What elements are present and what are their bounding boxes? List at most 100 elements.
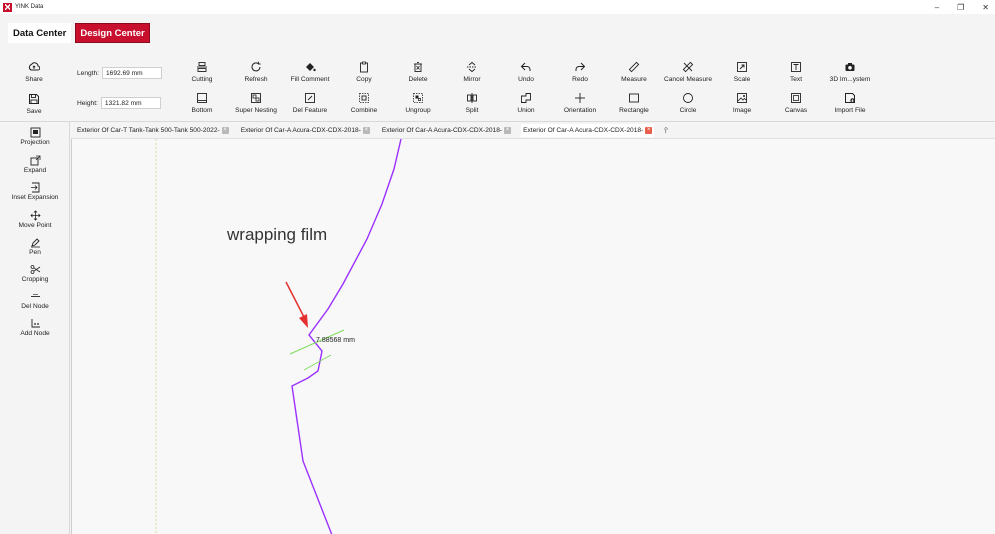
height-input[interactable]	[100, 97, 161, 109]
share-icon	[28, 60, 40, 74]
redo-button[interactable]: Redo	[550, 60, 610, 88]
sidebar-label-projection: Projection	[20, 139, 50, 146]
title-bar: YINK Data – ❐ ✕	[0, 0, 995, 14]
text-icon	[790, 60, 802, 74]
image-button[interactable]: Image	[712, 91, 772, 119]
canvas-label: Canvas	[784, 107, 808, 114]
tab-4-label: Exterior Of Car-A Acura-CDX-CDX-2018-	[523, 127, 644, 134]
del-feature-button[interactable]: Del Feature	[280, 91, 340, 119]
import-file-button[interactable]: Import File	[820, 91, 880, 119]
combine-icon	[358, 91, 370, 105]
trash-icon	[412, 60, 424, 74]
canvas-icon	[790, 91, 802, 105]
fill-comment-label: Fill Comment	[290, 76, 330, 83]
copy-button[interactable]: Copy	[334, 60, 394, 88]
cancel-measure-button[interactable]: Cancel Measure	[658, 60, 718, 88]
sidebar-item-expand[interactable]: Expand	[0, 154, 70, 180]
refresh-button[interactable]: Refresh	[226, 60, 286, 88]
canvas-button[interactable]: Canvas	[766, 91, 826, 119]
mirror-icon	[466, 60, 478, 74]
sidebar-item-projection[interactable]: Projection	[0, 126, 70, 152]
data-center-button[interactable]: Data Center	[8, 23, 72, 43]
height-label: Height:	[77, 99, 98, 107]
ruler-icon	[628, 60, 640, 74]
nesting-icon	[250, 91, 262, 105]
restore-button[interactable]: ❐	[957, 3, 964, 12]
tab-close-icon[interactable]: ×	[362, 127, 370, 134]
image-label: Image	[732, 107, 752, 114]
tab-3-label: Exterior Of Car-A Acura-CDX-CDX-2018-	[381, 127, 503, 134]
share-button[interactable]: Share	[4, 60, 64, 88]
text-button[interactable]: Text	[766, 60, 826, 88]
rectangle-button[interactable]: Rectangle	[604, 91, 664, 119]
bottom-icon	[196, 91, 208, 105]
measure-button[interactable]: Measure	[604, 60, 664, 88]
del-feature-label: Del Feature	[292, 107, 328, 114]
close-button[interactable]: ✕	[982, 3, 989, 12]
del-node-icon	[30, 290, 41, 302]
circle-label: Circle	[679, 107, 697, 114]
tab-close-icon[interactable]: ×	[504, 127, 512, 134]
mirror-button[interactable]: Mirror	[442, 60, 502, 88]
undo-button[interactable]: Undo	[496, 60, 556, 88]
pin-icon[interactable]: ⫯	[664, 126, 667, 136]
refresh-label: Refresh	[244, 76, 268, 83]
union-button[interactable]: Union	[496, 91, 556, 119]
tab-2[interactable]: Exterior Of Car-A Acura-CDX-CDX-2018- ×	[239, 124, 372, 137]
cutting-button[interactable]: Cutting	[172, 60, 232, 88]
super-nesting-button[interactable]: Super Nesting	[226, 91, 286, 119]
window-controls: – ❐ ✕	[935, 0, 989, 14]
sidebar-item-del-node[interactable]: Del Node	[0, 290, 70, 316]
ungroup-label: Ungroup	[405, 107, 431, 114]
length-field: Length:	[77, 67, 162, 79]
sidebar-label-cropping: Cropping	[21, 276, 49, 283]
delete-button[interactable]: Delete	[388, 60, 448, 88]
tab-1[interactable]: Exterior Of Car-T Tank-Tank 500-Tank 500…	[75, 124, 231, 137]
length-label: Length:	[77, 69, 99, 77]
combine-button[interactable]: Combine	[334, 91, 394, 119]
orientation-button[interactable]: Orientation	[550, 91, 610, 119]
bottom-label: Bottom	[191, 107, 213, 114]
canvas-drawing	[155, 139, 402, 534]
measure-readout: 7.88568 mm	[316, 337, 355, 344]
tab-4-active[interactable]: Exterior Of Car-A Acura-CDX-CDX-2018- ×	[521, 124, 655, 137]
sidebar-item-pen[interactable]: Pen	[0, 236, 70, 262]
sidebar-item-inset-expansion[interactable]: Inset Expansion	[0, 181, 70, 207]
rectangle-label: Rectangle	[619, 107, 649, 114]
circle-button[interactable]: Circle	[658, 91, 718, 119]
tab-close-icon[interactable]: ×	[645, 127, 653, 134]
scale-button[interactable]: Scale	[712, 60, 772, 88]
length-input[interactable]	[102, 67, 162, 79]
fill-comment-button[interactable]: Fill Comment	[280, 60, 340, 88]
del-feature-icon	[304, 91, 316, 105]
undo-icon	[520, 60, 532, 74]
sidebar-item-add-node[interactable]: Add Node	[0, 317, 70, 343]
image-icon	[736, 91, 748, 105]
share-label: Share	[25, 76, 43, 83]
minimize-button[interactable]: –	[935, 3, 939, 12]
split-label: Split	[465, 107, 479, 114]
design-center-button[interactable]: Design Center	[75, 23, 150, 43]
ungroup-button[interactable]: Ungroup	[388, 91, 448, 119]
sidebar-label-pen: Pen	[29, 249, 41, 256]
tab-1-label: Exterior Of Car-T Tank-Tank 500-Tank 500…	[77, 127, 220, 134]
toolbar: Share Save Length: Height: Cutting Refre…	[0, 54, 995, 122]
3d-import-button[interactable]: 3D Im...ystem	[820, 60, 880, 88]
sidebar-item-cropping[interactable]: Cropping	[0, 263, 70, 289]
bottom-button[interactable]: Bottom	[172, 91, 232, 119]
3d-import-label: 3D Im...ystem	[829, 76, 871, 83]
sidebar-item-move-point[interactable]: Move Point	[0, 209, 70, 235]
design-canvas[interactable]: wrapping film 7.88568 mm	[71, 138, 995, 534]
combine-label: Combine	[350, 107, 378, 114]
document-tabs: Exterior Of Car-T Tank-Tank 500-Tank 500…	[71, 124, 995, 137]
expand-icon	[30, 154, 41, 166]
text-label: Text	[789, 76, 803, 83]
save-button[interactable]: Save	[4, 92, 64, 120]
tab-3[interactable]: Exterior Of Car-A Acura-CDX-CDX-2018- ×	[380, 124, 513, 137]
scale-label: Scale	[733, 76, 751, 83]
union-icon	[520, 91, 532, 105]
tab-close-icon[interactable]: ×	[221, 127, 229, 134]
sidebar-label-del-node: Del Node	[21, 303, 49, 310]
camera-icon	[844, 60, 856, 74]
split-button[interactable]: Split	[442, 91, 502, 119]
